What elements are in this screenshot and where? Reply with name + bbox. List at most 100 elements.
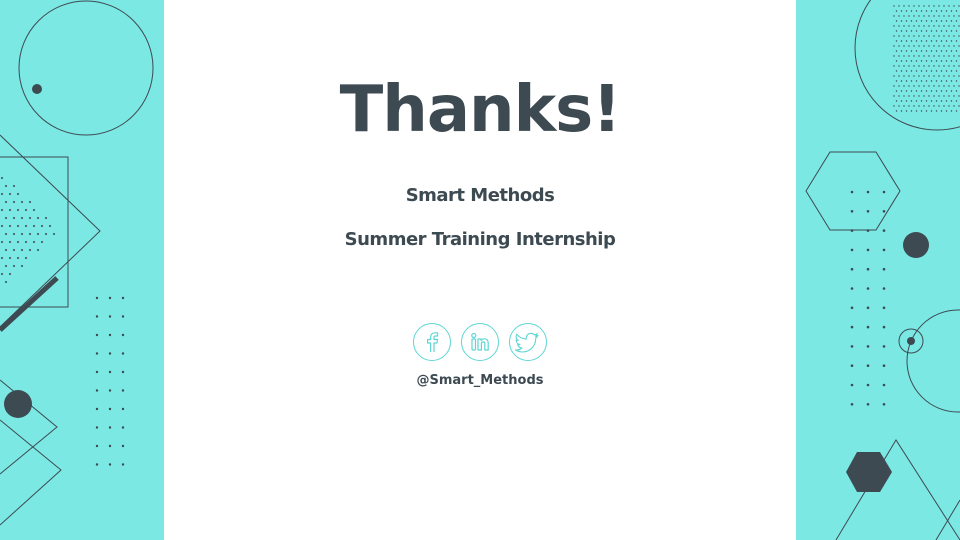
decor-dot — [5, 249, 7, 251]
decor-dot — [882, 403, 886, 406]
decor-dot — [923, 85, 925, 87]
decor-dot — [915, 40, 918, 42]
decor-dot — [905, 70, 908, 72]
decor-dot — [923, 45, 925, 47]
decor-dot — [938, 5, 940, 7]
social-handle: @Smart_Methods — [416, 373, 544, 388]
decor-dot — [13, 201, 15, 203]
decor-dot — [893, 105, 895, 107]
decor-dot — [950, 10, 953, 12]
decor-dot — [955, 20, 958, 22]
decor-dot — [935, 70, 938, 72]
decor-dot — [953, 105, 955, 107]
decor-dot — [903, 35, 905, 37]
decor-dot — [915, 50, 918, 52]
decor-dot — [948, 15, 950, 17]
decor-dot — [958, 45, 960, 47]
right-decor-panel — [796, 0, 960, 540]
decor-dot — [9, 193, 11, 195]
decor-dot — [950, 20, 953, 22]
decor-dot — [933, 55, 935, 57]
decor-dot — [866, 345, 870, 348]
decor-dot — [948, 65, 950, 67]
decor-dot — [13, 233, 15, 235]
decor-dot — [948, 35, 950, 37]
decor-dot — [918, 35, 920, 37]
decor-dot — [920, 50, 923, 52]
decor-dot — [1, 209, 3, 211]
decor-dot — [1, 241, 3, 243]
decor-dot — [895, 50, 898, 52]
facebook-button[interactable] — [413, 323, 451, 361]
decor-dot — [950, 80, 953, 82]
decor-dot — [930, 20, 933, 22]
decor-dot — [95, 352, 99, 355]
decor-dot — [948, 5, 950, 7]
decor-dot — [933, 65, 935, 67]
decor-dot — [938, 45, 940, 47]
decor-dot — [915, 100, 918, 102]
decor-dot — [915, 90, 918, 92]
decor-dot — [45, 217, 47, 219]
decor-dot — [913, 15, 915, 17]
decor-dot — [935, 90, 938, 92]
decor-dot — [913, 105, 915, 107]
decor-dot — [121, 370, 125, 374]
decor-dot — [908, 5, 910, 7]
decor-dot — [25, 225, 27, 227]
decor-dot — [955, 50, 958, 52]
linkedin-button[interactable] — [461, 323, 499, 361]
decor-dot — [9, 241, 11, 243]
decor-dot — [850, 287, 854, 290]
decor-dot — [37, 217, 39, 219]
decor-dot — [938, 65, 940, 67]
decor-dot — [943, 5, 945, 7]
decor-dot — [928, 85, 930, 87]
decor-dot — [850, 364, 854, 368]
decor-dot — [910, 110, 913, 112]
decor-dot — [850, 325, 854, 329]
decor-dot — [915, 70, 918, 72]
decor-dot — [940, 80, 943, 82]
decor-dot — [895, 40, 898, 42]
decor-dot — [948, 45, 950, 47]
decor-dot — [45, 233, 47, 235]
decor-dot — [950, 100, 953, 102]
decor-dot — [866, 287, 870, 290]
decor-dot — [918, 5, 920, 7]
decor-dot — [898, 45, 900, 47]
decor-dot — [928, 5, 930, 7]
decor-dot — [920, 40, 923, 42]
decor-dot — [850, 190, 854, 194]
decor-dot — [95, 463, 99, 466]
decor-dot — [930, 70, 933, 72]
decor-dot — [913, 95, 915, 97]
decor-dot — [108, 333, 112, 337]
decor-dot — [943, 65, 945, 67]
decor-dot — [9, 273, 11, 275]
decor-dot — [866, 210, 870, 213]
decor-dot — [1, 257, 3, 259]
decor-dot — [935, 10, 938, 12]
decor-dot — [935, 30, 938, 32]
decor-dot — [940, 10, 943, 12]
decor-dot — [850, 229, 854, 232]
decor-dot — [910, 100, 913, 102]
decor-dot — [940, 90, 943, 92]
decor-dot — [923, 15, 925, 17]
decor-dot — [933, 25, 935, 27]
decor-dot — [908, 15, 910, 17]
decor-dot — [898, 15, 900, 17]
decor-dot — [943, 105, 945, 107]
decor-dot — [933, 15, 935, 17]
decor-dot — [940, 30, 943, 32]
decor-dot — [955, 60, 958, 62]
decor-dot — [945, 90, 948, 92]
decor-dot — [903, 45, 905, 47]
decor-dot — [943, 75, 945, 77]
decor-dot — [915, 60, 918, 62]
twitter-button[interactable] — [509, 323, 547, 361]
decor-dot — [895, 70, 898, 72]
decor-dot — [945, 10, 948, 12]
company-name: Smart Methods — [405, 185, 555, 206]
